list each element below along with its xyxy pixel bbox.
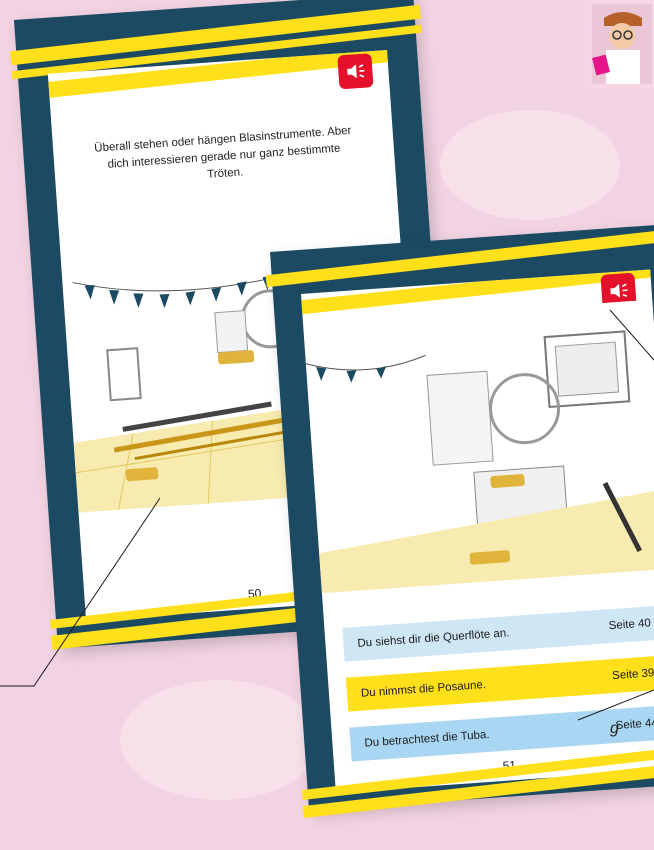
leader-lines [0,309,654,721]
page: { "left_page": { "intro_text": "Überall … [0,0,654,850]
caption-text: g [610,720,619,737]
